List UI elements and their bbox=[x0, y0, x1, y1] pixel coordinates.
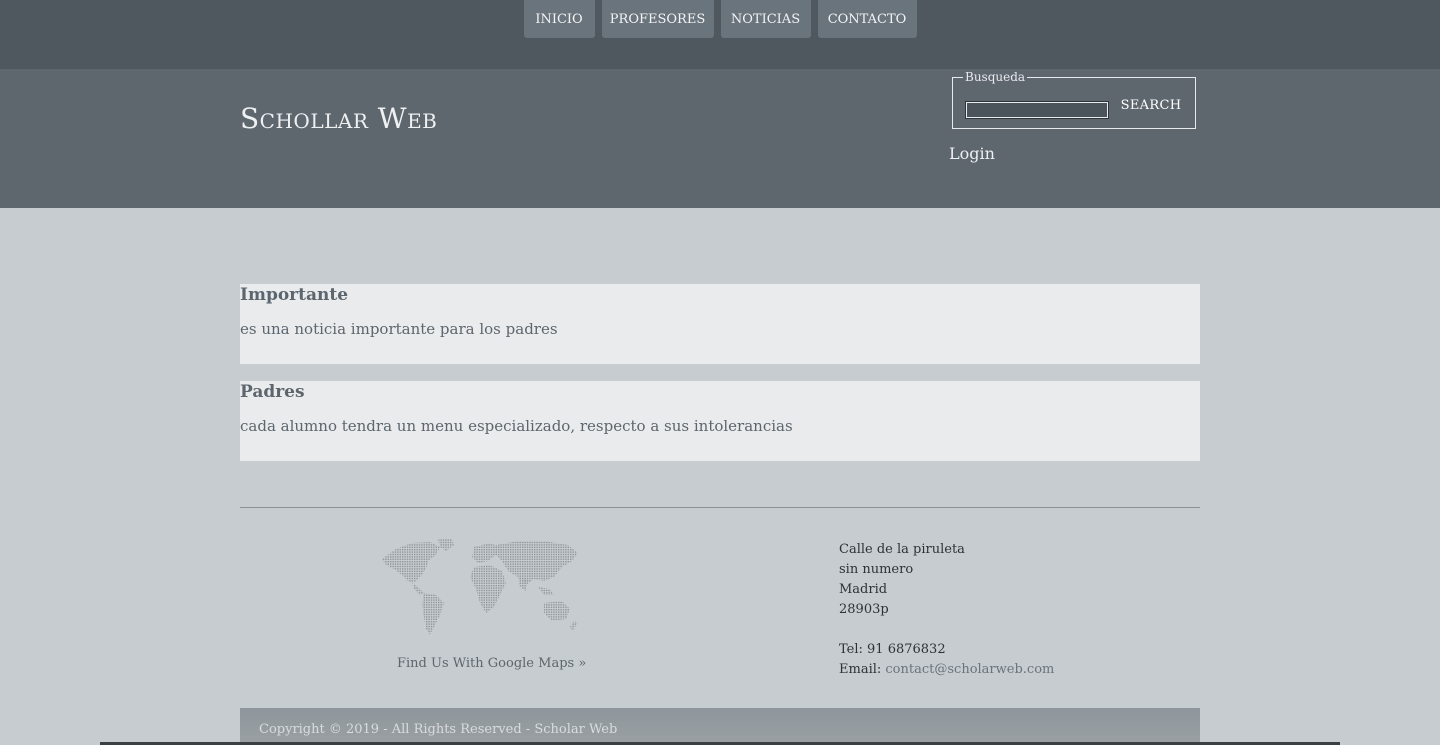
copyright-text: Copyright © 2019 - All Rights Reserved -… bbox=[259, 722, 618, 737]
nav-item-inicio[interactable]: INICIO bbox=[523, 0, 595, 38]
email-link[interactable]: contact@scholarweb.com bbox=[885, 662, 1054, 677]
contact-address: Calle de la piruleta sin numero Madrid 2… bbox=[839, 540, 1054, 680]
search-fieldset: Busqueda SEARCH bbox=[952, 70, 1196, 129]
nav-item-profesores[interactable]: PROFESORES bbox=[601, 0, 714, 38]
news-title: Importante bbox=[240, 285, 349, 305]
nav-item-noticias[interactable]: NOTICIAS bbox=[720, 0, 811, 38]
site-header: Schollar Web Busqueda SEARCH Login bbox=[0, 69, 1440, 208]
site-brand[interactable]: Schollar Web bbox=[240, 102, 437, 135]
search-button[interactable]: SEARCH bbox=[1119, 94, 1183, 116]
address-line: Madrid bbox=[839, 582, 888, 597]
world-map-icon bbox=[382, 539, 578, 635]
phone-number: Tel: 91 6876832 bbox=[839, 642, 946, 657]
news-card: Importante es una noticia importante par… bbox=[240, 284, 1200, 364]
news-body: cada alumno tendra un menu especializado… bbox=[240, 417, 793, 435]
copyright-bar: Copyright © 2019 - All Rights Reserved -… bbox=[240, 708, 1200, 745]
news-title: Padres bbox=[240, 382, 305, 402]
search-input[interactable] bbox=[965, 101, 1109, 119]
address-spacer bbox=[839, 620, 1054, 640]
email-label: Email: bbox=[839, 662, 882, 677]
main-nav: INICIO PROFESORES NOTICIAS CONTACTO bbox=[0, 0, 1440, 38]
address-line: Calle de la piruleta bbox=[839, 542, 965, 557]
news-card: Padres cada alumno tendra un menu especi… bbox=[240, 381, 1200, 461]
address-line: 28903p bbox=[839, 602, 889, 617]
google-maps-link[interactable]: Find Us With Google Maps » bbox=[397, 656, 586, 671]
search-legend: Busqueda bbox=[963, 70, 1028, 84]
nav-item-contacto[interactable]: CONTACTO bbox=[817, 0, 917, 38]
news-body: es una noticia importante para los padre… bbox=[240, 320, 558, 338]
top-bar: INICIO PROFESORES NOTICIAS CONTACTO bbox=[0, 0, 1440, 69]
login-link[interactable]: Login bbox=[949, 144, 995, 163]
email-row: Email: contact@scholarweb.com bbox=[839, 660, 1054, 680]
footer-divider bbox=[240, 507, 1200, 508]
address-line: sin numero bbox=[839, 562, 914, 577]
